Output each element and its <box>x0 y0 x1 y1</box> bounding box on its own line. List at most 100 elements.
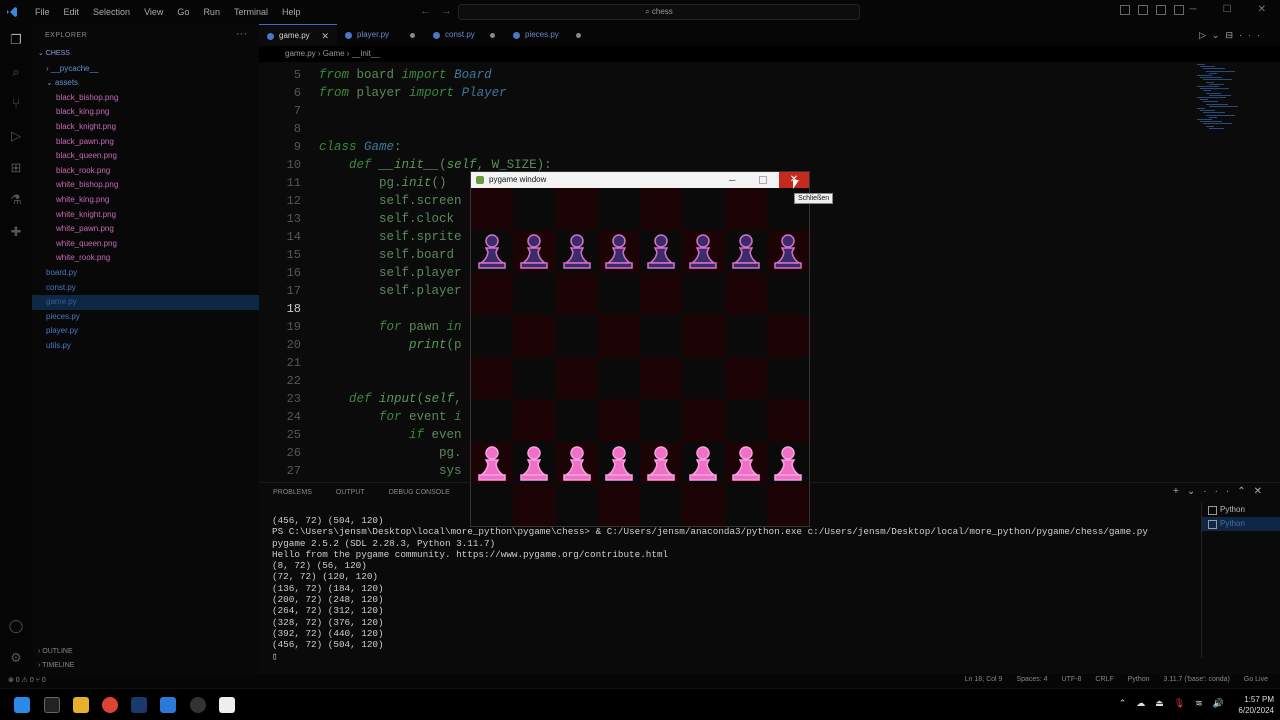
tree-item[interactable]: pieces.py <box>32 310 259 325</box>
code-line[interactable]: self.player <box>319 284 462 298</box>
terminal-instance[interactable]: Python <box>1202 517 1280 531</box>
menu-run[interactable]: Run <box>196 7 227 17</box>
board-square[interactable] <box>555 272 598 315</box>
code-line[interactable]: print(p <box>319 338 462 352</box>
board-square[interactable] <box>471 483 514 526</box>
code-line[interactable]: from player import Player <box>319 86 507 100</box>
run-debug-icon[interactable]: ▷ <box>8 128 24 144</box>
board-square[interactable] <box>640 357 683 400</box>
code-line[interactable]: self.player <box>319 266 462 280</box>
board-square[interactable] <box>640 272 683 315</box>
menu-selection[interactable]: Selection <box>86 7 137 17</box>
tree-item[interactable]: utils.py <box>32 339 259 354</box>
board-square[interactable] <box>682 357 725 400</box>
more-actions-icon[interactable]: ··· <box>236 28 247 40</box>
wifi-icon[interactable]: ≋ <box>1195 698 1203 709</box>
timeline-section[interactable]: › TIMELINE <box>38 662 74 669</box>
tab-pieces-py[interactable]: pieces.py <box>505 24 591 46</box>
tab-game-py[interactable]: game.py ✕ <box>259 24 337 46</box>
terminal-instance[interactable]: Python <box>1202 503 1280 517</box>
board-square[interactable] <box>555 314 598 357</box>
board-square[interactable] <box>682 188 725 231</box>
tree-item[interactable]: black_bishop.png <box>32 91 259 106</box>
board-square[interactable] <box>724 188 767 231</box>
settings-gear-icon[interactable]: ⚙ <box>8 650 24 666</box>
code-line[interactable]: sys <box>319 464 462 478</box>
customize-layout-icon[interactable] <box>1174 5 1184 15</box>
tree-item[interactable]: white_king.png <box>32 193 259 208</box>
panel-tab-output[interactable]: OUTPUT <box>336 489 365 500</box>
board-square[interactable] <box>471 314 514 357</box>
tree-item[interactable]: black_king.png <box>32 105 259 120</box>
board-square[interactable] <box>597 399 640 442</box>
board-square[interactable] <box>597 314 640 357</box>
board-square[interactable] <box>766 483 809 526</box>
command-center-search[interactable]: ⌕ chess <box>458 4 860 20</box>
nav-arrows[interactable]: ←→ <box>420 5 462 17</box>
board-square[interactable] <box>682 483 725 526</box>
board-square[interactable] <box>471 188 514 231</box>
search-icon[interactable]: ⌕ <box>8 64 24 80</box>
board-square[interactable] <box>513 314 556 357</box>
tree-item[interactable]: ⌄ assets <box>32 76 259 91</box>
outline-section[interactable]: › OUTLINE <box>38 648 73 655</box>
board-square[interactable] <box>640 314 683 357</box>
black-pawn-piece[interactable] <box>602 233 636 269</box>
code-line[interactable]: pg. <box>319 446 462 460</box>
board-square[interactable] <box>555 483 598 526</box>
board-square[interactable] <box>682 314 725 357</box>
tree-root-folder[interactable]: ⌄ CHESS <box>32 47 259 62</box>
breadcrumb[interactable]: game.py › Game › __init__ <box>259 46 1280 62</box>
white-pawn-piece[interactable] <box>729 445 763 481</box>
board-square[interactable] <box>766 357 809 400</box>
menu-help[interactable]: Help <box>275 7 308 17</box>
toggle-secondary-sidebar-icon[interactable] <box>1156 5 1166 15</box>
panel-actions[interactable]: +⌄···⌃✕ <box>1173 486 1270 497</box>
testing-icon[interactable]: ⚗ <box>8 192 24 208</box>
minimap[interactable] <box>1197 62 1267 142</box>
tree-item[interactable]: black_pawn.png <box>32 135 259 150</box>
tree-item[interactable]: black_queen.png <box>32 149 259 164</box>
account-icon[interactable]: ◯ <box>8 618 24 634</box>
github-icon[interactable] <box>190 697 206 713</box>
tree-item[interactable]: › __pycache__ <box>32 62 259 77</box>
code-line[interactable]: def __init__(self, W_SIZE): <box>319 158 552 172</box>
usb-icon[interactable]: ⏏ <box>1155 698 1164 709</box>
board-square[interactable] <box>513 399 556 442</box>
code-line[interactable]: for pawn in <box>319 320 462 334</box>
board-square[interactable] <box>471 357 514 400</box>
board-square[interactable] <box>682 399 725 442</box>
pygame-title-bar[interactable]: pygame window ─ ✕ <box>471 172 809 188</box>
board-square[interactable] <box>724 399 767 442</box>
menu-go[interactable]: Go <box>170 7 196 17</box>
board-square[interactable] <box>682 272 725 315</box>
panel-tab-problems[interactable]: PROBLEMS <box>273 489 312 500</box>
tree-item[interactable]: player.py <box>32 324 259 339</box>
board-square[interactable] <box>513 188 556 231</box>
code-line[interactable]: pg.init() <box>319 176 447 190</box>
board-square[interactable] <box>766 272 809 315</box>
status-item[interactable]: Ln 18, Col 9 <box>965 676 1003 683</box>
menu-view[interactable]: View <box>137 7 170 17</box>
problems-status[interactable]: ⊗ 0 ⚠ 0 ⑂ 0 <box>8 676 46 684</box>
board-square[interactable] <box>513 483 556 526</box>
file-explorer-icon[interactable] <box>73 697 89 713</box>
tree-item[interactable]: black_knight.png <box>32 120 259 135</box>
white-pawn-piece[interactable] <box>560 445 594 481</box>
board-square[interactable] <box>597 188 640 231</box>
microphone-icon[interactable]: 🎙 <box>1174 698 1185 709</box>
board-square[interactable] <box>597 483 640 526</box>
extensions-icon[interactable]: ⊞ <box>8 160 24 176</box>
board-square[interactable] <box>724 314 767 357</box>
file-icon[interactable] <box>219 697 235 713</box>
editor-actions[interactable]: ▷⌄⊟··· <box>1199 30 1266 41</box>
board-square[interactable] <box>640 399 683 442</box>
code-line[interactable]: self.sprite <box>319 230 462 244</box>
black-pawn-piece[interactable] <box>560 233 594 269</box>
status-item[interactable]: Spaces: 4 <box>1016 676 1047 683</box>
toggle-sidebar-icon[interactable] <box>1120 5 1130 15</box>
black-pawn-piece[interactable] <box>771 233 805 269</box>
board-square[interactable] <box>555 188 598 231</box>
explorer-icon[interactable]: ❐ <box>8 32 24 48</box>
menu-edit[interactable]: Edit <box>57 7 87 17</box>
